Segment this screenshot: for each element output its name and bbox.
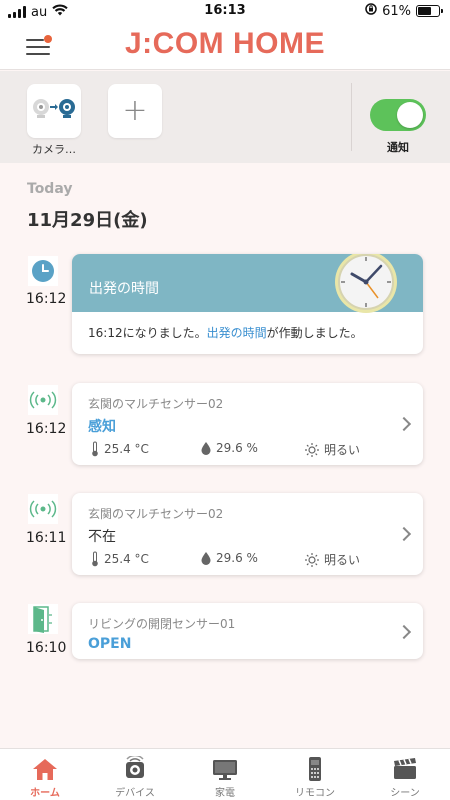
tab-appliances[interactable]: 家電 xyxy=(180,749,270,800)
status-bar: au 16:13 61% xyxy=(0,0,450,22)
tab-label: リモコン xyxy=(295,788,335,799)
thermometer-icon xyxy=(92,551,98,567)
alarm-message: 16:12になりました。出発の時間が作動しました。 xyxy=(88,326,363,340)
brightness-value: 明るい xyxy=(324,443,361,457)
sensor-icon xyxy=(28,494,58,524)
clock-icon xyxy=(28,256,58,286)
event-time: 16:12 xyxy=(26,291,67,307)
tab-label: 家電 xyxy=(215,788,235,799)
battery-percent: 61% xyxy=(382,3,411,19)
temperature-value: 25.4 °C xyxy=(104,442,149,456)
sensor-name: 玄関のマルチセンサー02 xyxy=(88,507,224,521)
humidity-value: 29.6 % xyxy=(216,551,258,565)
sensor-metrics: 25.4 °C 29.6 % 明るい xyxy=(88,441,418,457)
alarm-header: 出発の時間 xyxy=(72,254,423,313)
wall-clock-icon xyxy=(330,254,402,320)
add-device-button[interactable]: + xyxy=(108,84,162,138)
event-time: 16:12 xyxy=(26,421,67,437)
battery-group: 61% xyxy=(365,3,443,19)
sensor-event-card[interactable]: 玄関のマルチセンサー02 感知 25.4 °C 29.6 % 明るい xyxy=(72,383,423,465)
door-event-card[interactable]: リビングの開閉センサー01 OPEN xyxy=(72,603,423,659)
humidity-value: 29.6 % xyxy=(216,441,258,455)
device-icon xyxy=(121,755,149,783)
camera-device-tile[interactable] xyxy=(27,84,81,138)
alarm-event-card[interactable]: 出発の時間 16:12になりました。出発の時間が作動しました。 xyxy=(72,254,423,354)
remote-icon xyxy=(301,755,329,783)
sensor-name: 玄関のマルチセンサー02 xyxy=(88,397,224,411)
toggle-knob xyxy=(397,102,423,128)
sensor-state: 不在 xyxy=(88,529,116,545)
sensor-event-card[interactable]: 玄関のマルチセンサー02 不在 25.4 °C 29.6 % 明るい xyxy=(72,493,423,575)
chevron-right-icon xyxy=(396,526,412,542)
home-icon xyxy=(31,755,59,783)
sensor-state: 感知 xyxy=(88,419,116,435)
divider xyxy=(351,83,352,151)
camera-device-icon xyxy=(32,96,76,126)
brightness-value: 明るい xyxy=(324,553,361,567)
sensor-name: リビングの開閉センサー01 xyxy=(88,617,236,631)
chevron-right-icon xyxy=(396,416,412,432)
event-time: 16:10 xyxy=(26,640,67,656)
tab-label: ホーム xyxy=(30,788,60,799)
notification-label: 通知 xyxy=(387,141,409,154)
event-time: 16:11 xyxy=(26,530,67,546)
thermometer-icon xyxy=(92,441,98,457)
tab-scene[interactable]: シーン xyxy=(360,749,450,800)
humidity-icon xyxy=(201,442,211,455)
tab-home[interactable]: ホーム xyxy=(0,749,90,800)
timeline-date: 11月29日(金) xyxy=(27,210,148,231)
rotation-lock-icon xyxy=(365,3,377,19)
tab-label: デバイス xyxy=(115,788,155,799)
sensor-state: OPEN xyxy=(88,636,132,652)
tab-devices[interactable]: デバイス xyxy=(90,749,180,800)
scene-icon xyxy=(391,755,419,783)
plus-icon: + xyxy=(122,93,148,128)
temperature-value: 25.4 °C xyxy=(104,552,149,566)
bottom-tab-bar: ホーム デバイス 家電 リモコン シーン xyxy=(0,748,450,800)
app-header: J:COM HOME xyxy=(0,22,450,70)
tab-remote[interactable]: リモコン xyxy=(270,749,360,800)
app-logo: J:COM HOME xyxy=(125,27,325,60)
tv-icon xyxy=(211,755,239,783)
brightness-icon xyxy=(305,552,319,567)
device-strip: カメラ… + 通知 xyxy=(0,71,450,163)
battery-icon xyxy=(416,5,443,17)
section-label-today: Today xyxy=(27,181,73,197)
door-icon xyxy=(28,604,58,634)
sensor-metrics: 25.4 °C 29.6 % 明るい xyxy=(88,551,418,567)
camera-device-label: カメラ… xyxy=(32,143,76,156)
humidity-icon xyxy=(201,552,211,565)
brightness-icon xyxy=(305,442,319,457)
notification-toggle[interactable] xyxy=(370,99,426,131)
sensor-icon xyxy=(28,385,58,415)
chevron-right-icon xyxy=(396,624,412,640)
tab-label: シーン xyxy=(390,788,420,799)
alarm-link[interactable]: 出発の時間 xyxy=(207,326,267,340)
alarm-title: 出発の時間 xyxy=(89,281,159,297)
